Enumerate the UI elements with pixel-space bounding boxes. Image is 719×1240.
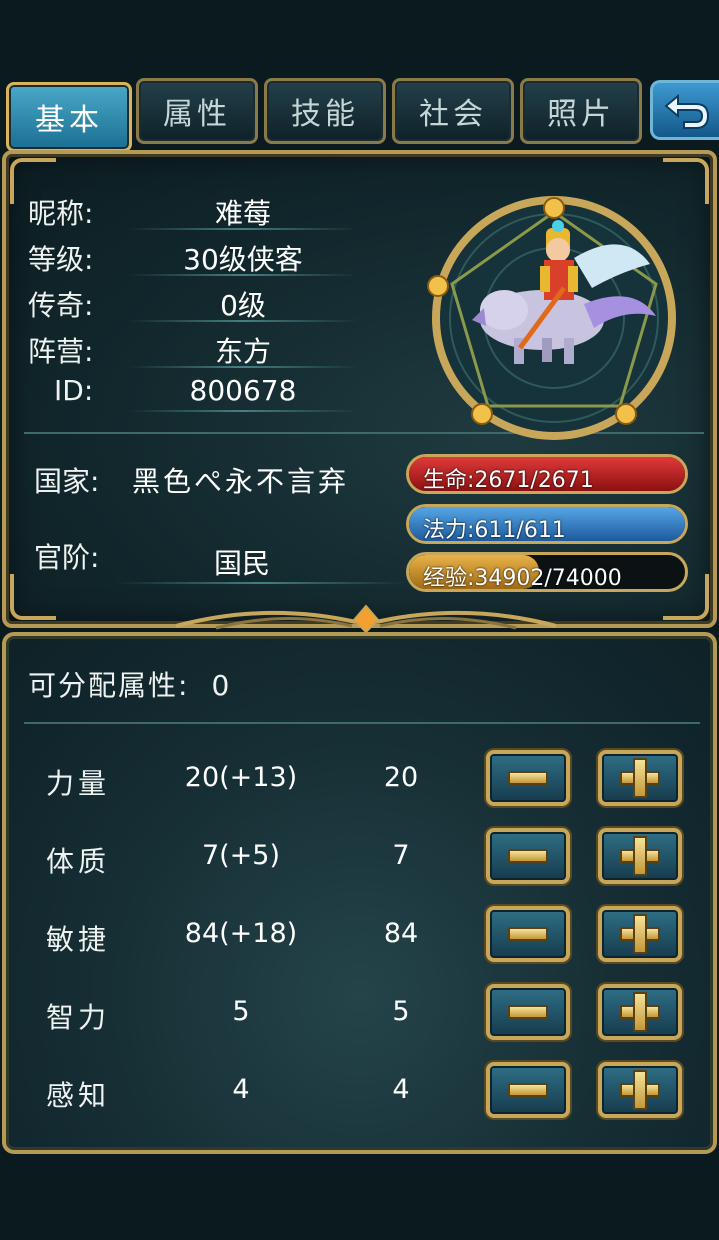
stat-total: 20: [383, 762, 419, 793]
free-points-value: 0: [211, 669, 232, 702]
stat-name: 体质: [46, 845, 111, 878]
country-label: 国家:: [34, 465, 100, 498]
xp-bar-text: 经验:34902/74000: [423, 566, 622, 591]
stat-row-perception: 感知 4 4: [6, 1062, 717, 1122]
hp-bar: 生命:2671/2671: [406, 454, 688, 494]
character-portrait: [427, 196, 676, 440]
tab-attributes[interactable]: 属性: [136, 78, 258, 144]
stat-total: 5: [392, 996, 410, 1027]
legend-row: 传奇: 0级: [28, 280, 358, 324]
stat-row-constitution: 体质 7(+5) 7: [6, 828, 717, 888]
plus-icon: [620, 758, 660, 798]
decrease-button[interactable]: [486, 750, 570, 806]
rank-value: 国民: [214, 547, 271, 580]
stat-base: 7(+5): [201, 840, 281, 871]
hp-bar-text: 生命:2671/2671: [423, 468, 594, 493]
level-row: 等级: 30级侠客: [28, 234, 358, 278]
legend-value: 0级: [220, 289, 266, 322]
frame-ornament: [176, 604, 556, 632]
increase-button[interactable]: [598, 1062, 682, 1118]
minus-icon: [508, 1005, 548, 1019]
back-button[interactable]: [650, 80, 719, 140]
attribute-panel: 可分配属性: 0 力量 20(+13) 20 体质 7(+5) 7 敏捷 84(+…: [2, 632, 717, 1154]
stat-row-strength: 力量 20(+13) 20: [6, 750, 717, 810]
increase-button[interactable]: [598, 828, 682, 884]
increase-button[interactable]: [598, 906, 682, 962]
divider: [24, 722, 700, 724]
character-screen: 基本 属性 技能 社会 照片 昵称: 难莓 等级: 30级侠客 传奇: 0级 阵…: [0, 0, 719, 1240]
nickname-value: 难莓: [214, 197, 271, 230]
free-points-row: 可分配属性: 0: [28, 664, 231, 704]
stat-base: 5: [232, 996, 250, 1027]
mp-bar: 法力:611/611: [406, 504, 688, 544]
nickname-row: 昵称: 难莓: [28, 188, 358, 232]
country-value: 黑色ぺ永不言弃: [132, 465, 350, 498]
legend-label: 传奇:: [28, 289, 94, 322]
level-value: 30级侠客: [183, 243, 303, 276]
plus-icon: [620, 1070, 660, 1110]
tab-bar: 基本 属性 技能 社会 照片: [0, 74, 719, 152]
xp-bar: 经验:34902/74000: [406, 552, 688, 592]
stat-base: 84(+18): [184, 918, 298, 949]
minus-icon: [508, 1083, 548, 1097]
decrease-button[interactable]: [486, 906, 570, 962]
decrease-button[interactable]: [486, 984, 570, 1040]
camp-label: 阵营:: [28, 335, 94, 368]
tab-basic[interactable]: 基本: [6, 82, 132, 152]
stat-total: 7: [392, 840, 410, 871]
stat-name: 敏捷: [46, 923, 111, 956]
minus-icon: [508, 849, 548, 863]
stat-row-intelligence: 智力 5 5: [6, 984, 717, 1044]
mp-bar-text: 法力:611/611: [423, 518, 566, 543]
decrease-button[interactable]: [486, 1062, 570, 1118]
stat-base: 4: [232, 1074, 250, 1105]
increase-button[interactable]: [598, 750, 682, 806]
tab-photo[interactable]: 照片: [520, 78, 642, 144]
level-label: 等级:: [28, 243, 94, 276]
plus-icon: [620, 992, 660, 1032]
stat-total: 4: [392, 1074, 410, 1105]
camp-row: 阵营: 东方: [28, 326, 358, 370]
return-arrow-icon: [664, 93, 710, 129]
minus-icon: [508, 771, 548, 785]
stat-name: 力量: [46, 767, 111, 800]
decrease-button[interactable]: [486, 828, 570, 884]
minus-icon: [508, 927, 548, 941]
plus-icon: [620, 836, 660, 876]
id-row: ID: 800678: [28, 370, 358, 414]
free-points-label: 可分配属性:: [28, 669, 190, 702]
stat-name: 智力: [46, 1001, 111, 1034]
stat-name: 感知: [46, 1079, 111, 1112]
frame-corner: [10, 574, 56, 620]
nickname-label: 昵称:: [28, 197, 94, 230]
stat-base: 20(+13): [184, 762, 298, 793]
tab-skills[interactable]: 技能: [264, 78, 386, 144]
character-info-panel: 昵称: 难莓 等级: 30级侠客 传奇: 0级 阵营: 东方 ID: 80067…: [2, 150, 717, 632]
id-value: 800678: [189, 374, 297, 407]
rank-label: 官阶:: [34, 541, 100, 574]
tab-social[interactable]: 社会: [392, 78, 514, 144]
increase-button[interactable]: [598, 984, 682, 1040]
id-label: ID:: [54, 374, 94, 407]
camp-value: 东方: [214, 335, 271, 368]
stat-total: 84: [383, 918, 419, 949]
stat-row-agility: 敏捷 84(+18) 84: [6, 906, 717, 966]
plus-icon: [620, 914, 660, 954]
